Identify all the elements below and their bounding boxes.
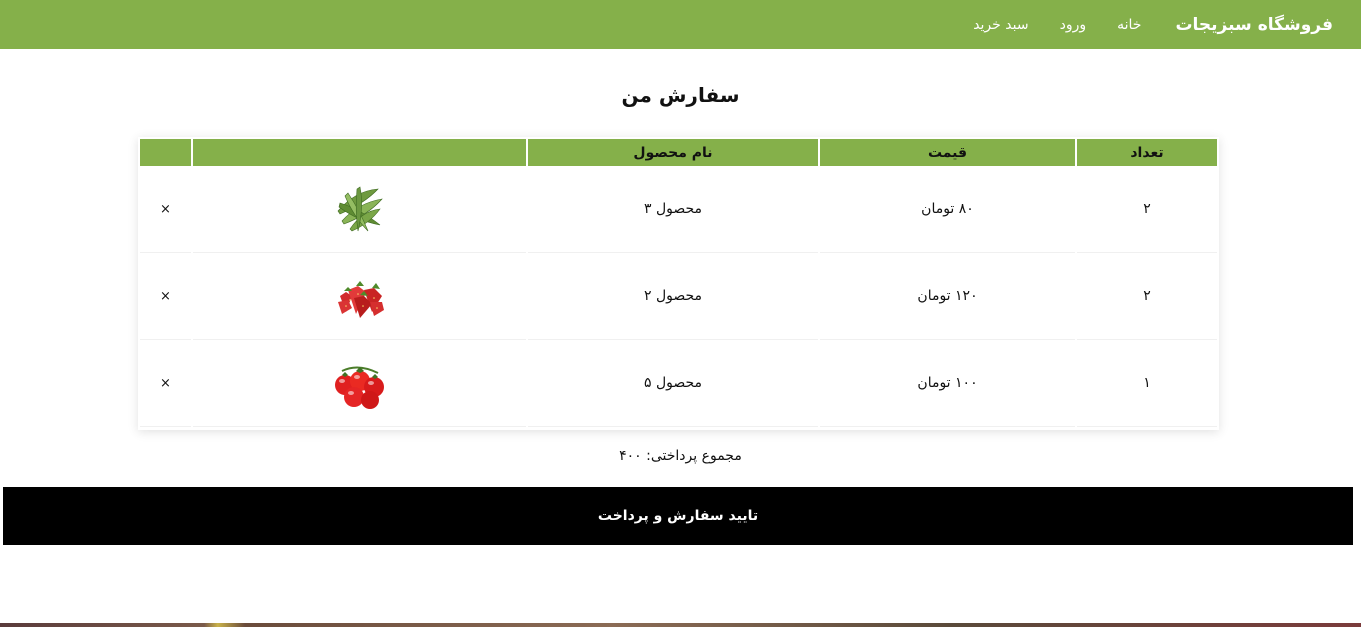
table-header-row: تعداد قیمت نام محصول bbox=[140, 137, 1217, 166]
remove-button[interactable]: × bbox=[140, 253, 191, 340]
nav-link-login[interactable]: ورود bbox=[1060, 17, 1087, 33]
cell-product-name: محصول ۵ bbox=[528, 340, 818, 427]
remove-button[interactable]: × bbox=[140, 340, 191, 427]
table-row: ۲ ۸۰ تومان محصول ۳ × bbox=[140, 166, 1217, 253]
table-row: ۱ ۱۰۰ تومان محصول ۵ × bbox=[140, 340, 1217, 427]
order-table-container: تعداد قیمت نام محصول ۲ ۸۰ تومان محصول ۳ bbox=[138, 137, 1219, 430]
header-remove bbox=[140, 137, 191, 166]
cell-image bbox=[193, 166, 526, 253]
cell-qty: ۲ bbox=[1077, 253, 1217, 340]
header-price: قیمت bbox=[820, 137, 1075, 166]
navbar: فروشگاه سبزیجات خانه ورود سبد خرید bbox=[0, 0, 1361, 49]
cell-product-name: محصول ۲ bbox=[528, 253, 818, 340]
confirm-order-button[interactable]: تایید سفارش و پرداخت bbox=[3, 487, 1353, 545]
footer-strip bbox=[0, 623, 1361, 627]
brand-link[interactable]: فروشگاه سبزیجات bbox=[1175, 15, 1333, 35]
cell-price: ۱۲۰ تومان bbox=[820, 253, 1075, 340]
nav-link-cart[interactable]: سبد خرید bbox=[973, 17, 1028, 33]
table-row: ۲ ۱۲۰ تومان محصول ۲ × bbox=[140, 253, 1217, 340]
cell-price: ۸۰ تومان bbox=[820, 166, 1075, 253]
header-product-name: نام محصول bbox=[528, 137, 818, 166]
tomato-icon bbox=[330, 355, 390, 411]
cell-image bbox=[193, 253, 526, 340]
order-total: مجموع پرداختی: ۴۰۰ bbox=[619, 448, 742, 464]
cell-qty: ۲ bbox=[1077, 166, 1217, 253]
header-qty: تعداد bbox=[1077, 137, 1217, 166]
header-image bbox=[193, 137, 526, 166]
okra-icon bbox=[330, 181, 390, 237]
cell-qty: ۱ bbox=[1077, 340, 1217, 427]
order-table: تعداد قیمت نام محصول ۲ ۸۰ تومان محصول ۳ bbox=[138, 137, 1219, 427]
cell-image bbox=[193, 340, 526, 427]
strawberry-icon bbox=[330, 268, 390, 324]
cell-price: ۱۰۰ تومان bbox=[820, 340, 1075, 427]
page-title: سفارش من bbox=[621, 83, 740, 107]
remove-button[interactable]: × bbox=[140, 166, 191, 253]
cell-product-name: محصول ۳ bbox=[528, 166, 818, 253]
nav-link-home[interactable]: خانه bbox=[1117, 17, 1141, 33]
